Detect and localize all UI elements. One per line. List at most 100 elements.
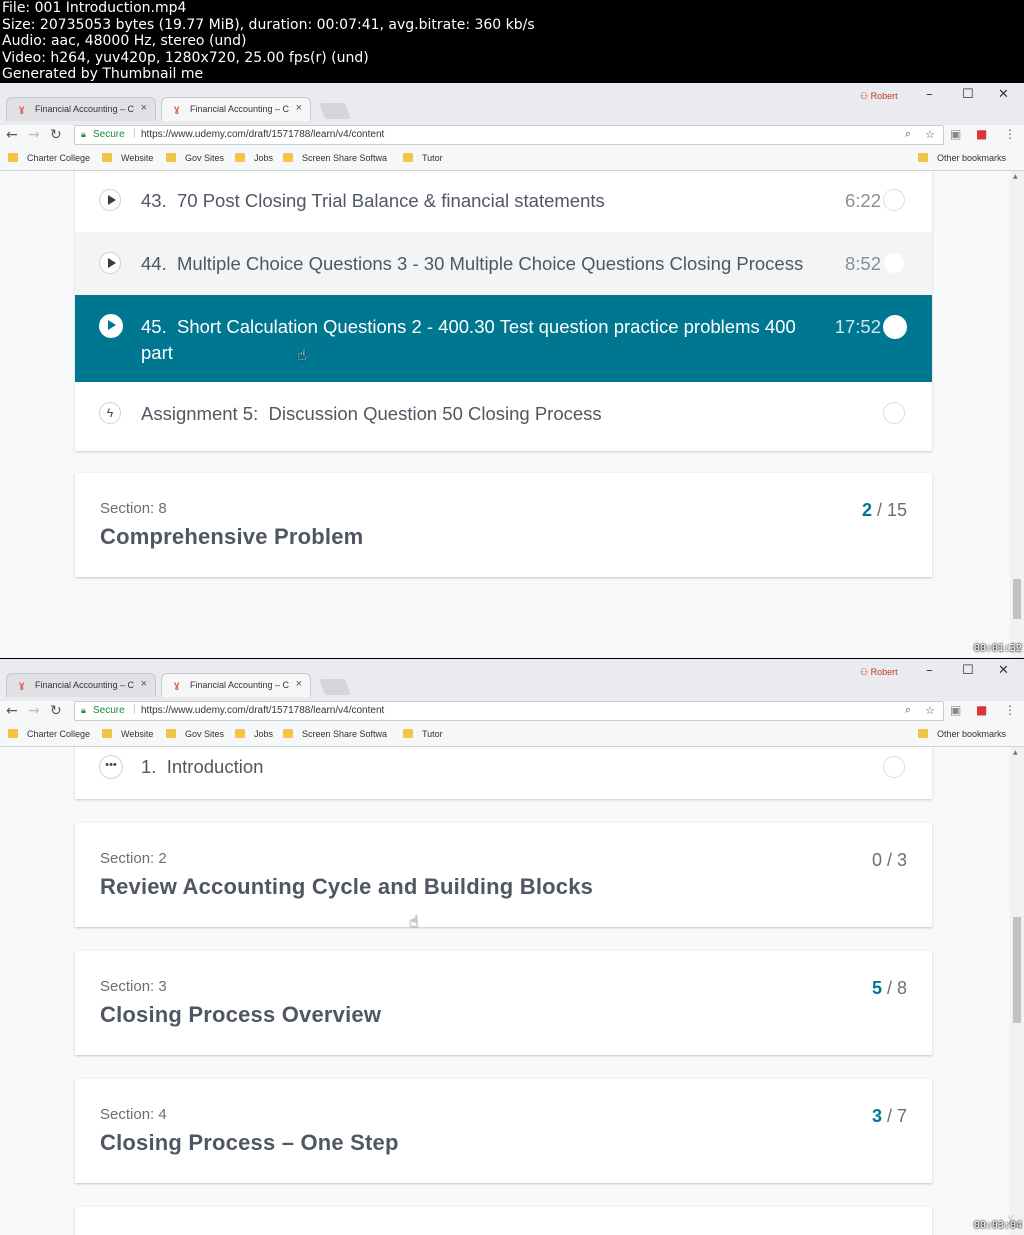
url-text: https://www.udemy.com/draft/1571788/lear… [141, 129, 385, 140]
scrollbar[interactable]: ▲ [1010, 747, 1024, 1235]
play-icon[interactable] [99, 314, 123, 338]
close-icon[interactable]: × [296, 678, 302, 690]
bookmark-item[interactable]: Website [102, 729, 153, 739]
completion-checkbox[interactable] [883, 315, 907, 339]
bookmark-item[interactable]: Website [102, 153, 153, 163]
scrollbar[interactable]: ▲ [1010, 171, 1024, 658]
course-content: ••• 1. Introduction Section: 2 Review Ac… [0, 747, 1010, 1235]
video-timestamp: 00:01:32 [973, 643, 1022, 654]
completion-checkbox[interactable] [883, 402, 905, 424]
other-bookmarks[interactable]: Other bookmarks [918, 729, 1006, 739]
tab-title: Financial Accounting – C [190, 680, 290, 690]
folder-icon [8, 153, 18, 162]
arrow-right-icon[interactable]: → [28, 127, 40, 143]
maximize-icon[interactable]: ☐ [962, 87, 974, 102]
folder-icon [166, 153, 176, 162]
lecture-title-cont: part [141, 342, 173, 363]
folder-icon [918, 729, 928, 738]
arrow-left-icon[interactable]: ← [6, 127, 18, 143]
bookmark-item[interactable]: Jobs [235, 729, 273, 739]
user-profile-button[interactable]: ⚇ Robert [860, 667, 898, 678]
arrow-right-icon[interactable]: → [28, 703, 40, 719]
completion-checkbox[interactable] [883, 756, 905, 778]
minimize-icon[interactable]: – [926, 663, 933, 678]
bookmark-item[interactable]: Tutor [403, 729, 443, 739]
star-icon[interactable]: ☆ [925, 128, 935, 141]
completion-checkbox[interactable] [883, 252, 905, 274]
assignment-label: Assignment 5: [141, 403, 259, 424]
more-dots-icon: ••• [99, 755, 123, 779]
other-bookmarks[interactable]: Other bookmarks [918, 153, 1006, 163]
menu-dots-icon[interactable]: ⋮ [1004, 703, 1016, 717]
bookmark-item[interactable]: Jobs [235, 153, 273, 163]
bookmark-item[interactable]: Gov Sites [166, 153, 224, 163]
lecture-item[interactable]: 44. Multiple Choice Questions 3 - 30 Mul… [75, 232, 932, 295]
bookmark-item[interactable]: Screen Share Softwa [283, 729, 387, 739]
browser-toolbar: ← → ↻ 🔒︎ Secure | https://www.udemy.com/… [0, 701, 1024, 723]
address-bar[interactable]: 🔒︎ Secure | https://www.udemy.com/draft/… [74, 125, 944, 145]
section-card[interactable]: Section: 4 Closing Process – One Step 3 … [75, 1079, 932, 1183]
zoom-icon[interactable]: ⌕ [905, 128, 911, 141]
reload-icon[interactable]: ↻ [50, 703, 62, 719]
bookmark-item[interactable]: Gov Sites [166, 729, 224, 739]
udemy-favicon-icon: ɣ [19, 104, 25, 115]
scroll-up-icon[interactable]: ▲ [1013, 749, 1018, 756]
browser-tab[interactable]: ɣ Financial Accounting – C × [6, 97, 156, 121]
lecture-duration: 8:52 [844, 253, 881, 274]
minimize-icon[interactable]: – [926, 87, 933, 102]
completion-checkbox[interactable] [883, 189, 905, 211]
maximize-icon[interactable]: ☐ [962, 663, 974, 678]
course-content: 43. 70 Post Closing Trial Balance & fina… [0, 171, 1010, 658]
lecture-item[interactable]: ••• 1. Introduction [75, 747, 932, 799]
lecture-item-active[interactable]: 45. Short Calculation Questions 2 - 400.… [75, 295, 932, 382]
zoom-icon[interactable]: ⌕ [905, 704, 911, 717]
extension-icon[interactable]: ▣ [950, 127, 961, 141]
extension-badge-icon[interactable]: ■ [976, 703, 987, 717]
scroll-thumb[interactable] [1013, 579, 1021, 619]
extension-badge-icon[interactable]: ■ [976, 127, 987, 141]
section-label: Section: 3 [100, 978, 167, 995]
tab-title: Financial Accounting – C [35, 104, 135, 114]
extension-icon[interactable]: ▣ [950, 703, 961, 717]
address-bar[interactable]: 🔒︎ Secure | https://www.udemy.com/draft/… [74, 701, 944, 721]
play-icon[interactable] [99, 189, 121, 211]
assignment-item[interactable]: ϟ Assignment 5: Discussion Question 50 C… [75, 382, 932, 445]
folder-icon [235, 153, 245, 162]
url-text: https://www.udemy.com/draft/1571788/lear… [141, 705, 385, 716]
bookmark-item[interactable]: Charter College [8, 153, 90, 163]
window-close-icon[interactable]: ✕ [998, 87, 1009, 102]
window-close-icon[interactable]: ✕ [998, 663, 1009, 678]
lecture-item[interactable]: 43. 70 Post Closing Trial Balance & fina… [75, 171, 932, 232]
browser-tab-active[interactable]: ɣ Financial Accounting – C × [161, 673, 311, 697]
bookmark-item[interactable]: Screen Share Softwa [283, 153, 387, 163]
close-icon[interactable]: × [141, 102, 147, 114]
section-card[interactable]: Section: 3 Closing Process Overview 5 / … [75, 951, 932, 1055]
scroll-thumb[interactable] [1013, 917, 1021, 1023]
bookmark-item[interactable]: Tutor [403, 153, 443, 163]
new-tab-button[interactable] [319, 103, 351, 119]
user-profile-button[interactable]: ⚇ Robert [860, 91, 898, 102]
reload-icon[interactable]: ↻ [50, 127, 62, 143]
section-progress: 2 / 15 [861, 500, 907, 520]
new-tab-button[interactable] [319, 679, 351, 695]
scroll-up-icon[interactable]: ▲ [1013, 173, 1018, 180]
browser-tab[interactable]: ɣ Financial Accounting – C × [6, 673, 156, 697]
star-icon[interactable]: ☆ [925, 704, 935, 717]
bookmark-item[interactable]: Charter College [8, 729, 90, 739]
close-icon[interactable]: × [141, 678, 147, 690]
tab-title: Financial Accounting – C [35, 680, 135, 690]
section-card[interactable] [75, 1207, 932, 1235]
video-metadata: File: 001 Introduction.mp4 Size: 2073505… [0, 0, 1024, 83]
folder-icon [918, 153, 928, 162]
section-card[interactable]: Section: 8 Comprehensive Problem 2 / 15 [75, 473, 932, 577]
browser-tab-active[interactable]: ɣ Financial Accounting – C × [161, 97, 311, 121]
video-timestamp: 00:03:04 [973, 1220, 1022, 1231]
play-icon[interactable] [99, 252, 121, 274]
folder-icon [283, 153, 293, 162]
bolt-icon: ϟ [99, 402, 121, 424]
mouse-cursor-icon: ☝ [409, 912, 419, 931]
section-card[interactable]: Section: 2 Review Accounting Cycle and B… [75, 823, 932, 927]
arrow-left-icon[interactable]: ← [6, 703, 18, 719]
menu-dots-icon[interactable]: ⋮ [1004, 127, 1016, 141]
close-icon[interactable]: × [296, 102, 302, 114]
